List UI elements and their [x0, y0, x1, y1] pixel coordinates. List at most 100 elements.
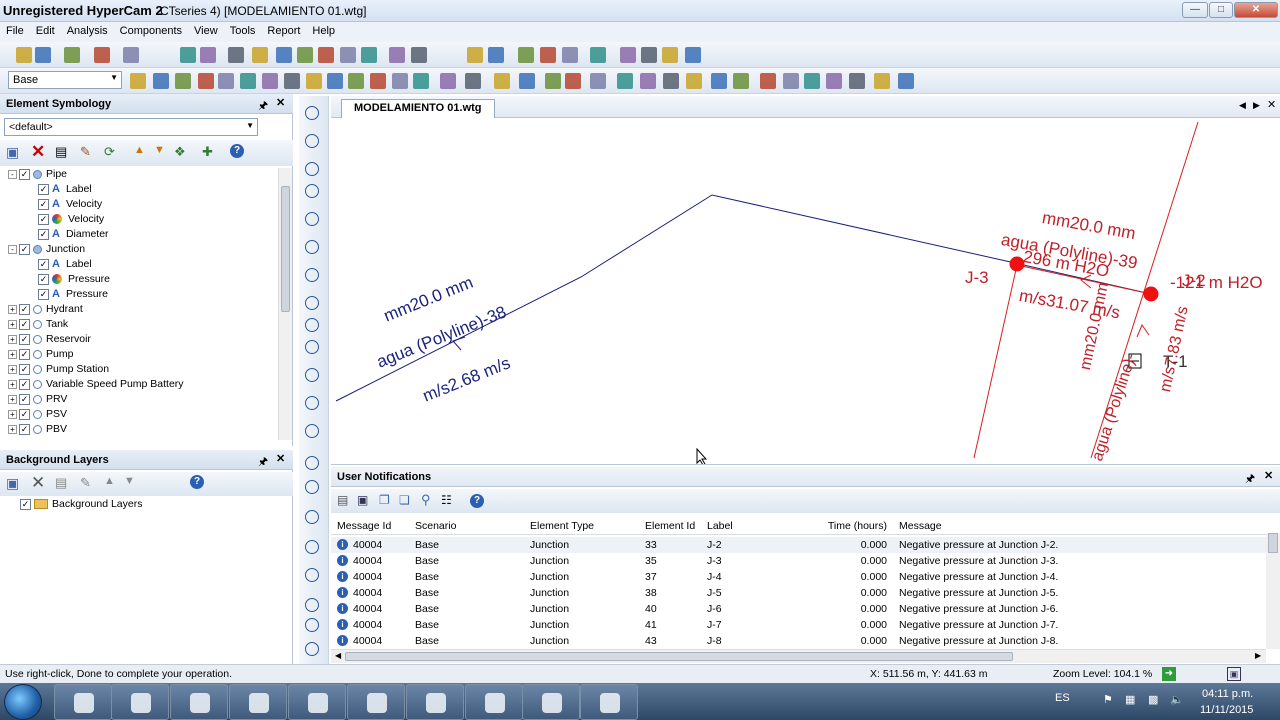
- table-row[interactable]: i 40004 Base Junction 33 J-2 0.000 Negative pre…: [331, 537, 1266, 553]
- toolbar-button-icon[interactable]: [94, 47, 110, 63]
- toolbar-button-icon[interactable]: [686, 73, 702, 89]
- tree-item[interactable]: + ✓ Variable Speed Pump Battery: [8, 378, 184, 393]
- toolbar-button-icon[interactable]: [562, 47, 578, 63]
- move-up-icon[interactable]: ▲: [134, 144, 145, 156]
- toolbar-button-icon[interactable]: [545, 73, 561, 89]
- layout-tool-icon[interactable]: [305, 240, 319, 254]
- checkbox[interactable]: ✓: [38, 183, 49, 195]
- column-header[interactable]: Message: [899, 520, 942, 532]
- toolbar-button-icon[interactable]: [488, 47, 504, 63]
- toolbar-button-icon[interactable]: [348, 73, 364, 89]
- checkbox[interactable]: ✓: [19, 423, 30, 435]
- toolbar-button-icon[interactable]: [262, 73, 278, 89]
- menu-item-1[interactable]: Edit: [30, 22, 61, 40]
- checkbox[interactable]: ✓: [38, 198, 49, 210]
- expand-icon[interactable]: +: [8, 349, 17, 359]
- toolbar-button-icon[interactable]: [413, 73, 429, 89]
- toolbar-button-icon[interactable]: [276, 47, 292, 63]
- scrollbar-thumb[interactable]: [345, 652, 1013, 661]
- toolbar-button-icon[interactable]: [685, 47, 701, 63]
- refresh-icon[interactable]: ⟳: [104, 144, 115, 160]
- checkbox[interactable]: ✓: [19, 318, 30, 330]
- checkbox[interactable]: ✓: [19, 348, 30, 360]
- table-row[interactable]: i 40004 Base Junction 37 J-4 0.000 Negative pre…: [331, 569, 1266, 585]
- menu-item-4[interactable]: View: [188, 22, 224, 40]
- toolbar-button-icon[interactable]: [228, 47, 244, 63]
- volume-icon[interactable]: 🔈: [1170, 693, 1184, 706]
- internet-explorer-app-button[interactable]: [111, 684, 169, 720]
- toolbar-button-icon[interactable]: [826, 73, 842, 89]
- checkbox[interactable]: ✓: [38, 288, 49, 300]
- tree-item[interactable]: + ✓ Pump: [8, 348, 73, 363]
- tree-item[interactable]: ✓ Velocity: [38, 213, 104, 228]
- tree-item[interactable]: ✓ A Pressure: [38, 288, 108, 303]
- watercad-app-button[interactable]: [522, 684, 580, 720]
- layout-tool-icon[interactable]: [305, 368, 319, 382]
- toolbar-button-icon[interactable]: [874, 73, 890, 89]
- expand-icon[interactable]: +: [8, 334, 17, 344]
- toolbar-button-icon[interactable]: [318, 47, 334, 63]
- move-up-icon[interactable]: ▲: [104, 475, 115, 487]
- table-row[interactable]: i 40004 Base Junction 38 J-5 0.000 Negative pre…: [331, 585, 1266, 601]
- column-header[interactable]: Scenario: [415, 520, 456, 532]
- new-icon[interactable]: ▣: [6, 475, 19, 492]
- chrome-app-button[interactable]: [347, 684, 405, 720]
- column-header[interactable]: Label: [707, 520, 733, 532]
- scroll-left-icon[interactable]: ◀: [335, 651, 341, 660]
- expand-icon[interactable]: +: [8, 319, 17, 329]
- toolbar-button-icon[interactable]: [711, 73, 727, 89]
- tree-item[interactable]: + ✓ Pump Station: [8, 363, 109, 378]
- new-icon[interactable]: ▣: [6, 144, 19, 161]
- edit-icon[interactable]: ✎: [80, 475, 91, 491]
- layout-tool-icon[interactable]: [305, 318, 319, 332]
- scenario-select[interactable]: Base ▼: [8, 71, 122, 89]
- layout-tool-icon[interactable]: [305, 296, 319, 310]
- layout-tool-icon[interactable]: [305, 340, 319, 354]
- close-icon[interactable]: ✕: [276, 96, 285, 109]
- junction-j2-node[interactable]: [1143, 286, 1159, 302]
- toolbar-button-icon[interactable]: [180, 47, 196, 63]
- layout-tool-icon[interactable]: [305, 212, 319, 226]
- tab-scroll-right-icon[interactable]: ▶: [1253, 100, 1260, 111]
- toolbar-button-icon[interactable]: [662, 47, 678, 63]
- toolbar-button-icon[interactable]: [327, 73, 343, 89]
- layout-tool-icon[interactable]: [305, 642, 319, 656]
- save-icon[interactable]: ▣: [357, 493, 368, 507]
- toolbar-button-icon[interactable]: [340, 47, 356, 63]
- column-header[interactable]: Message Id: [337, 520, 391, 532]
- toolbar-button-icon[interactable]: [590, 47, 606, 63]
- tree-item[interactable]: ✓ A Velocity: [38, 198, 102, 213]
- flag-icon[interactable]: ⚑: [1103, 693, 1113, 706]
- layout-tool-icon[interactable]: [305, 106, 319, 120]
- toolbar-button-icon[interactable]: [123, 47, 139, 63]
- toolbar-button-icon[interactable]: [620, 47, 636, 63]
- checkbox[interactable]: ✓: [19, 363, 30, 375]
- checkbox[interactable]: ✓: [19, 393, 30, 405]
- menu-item-3[interactable]: Components: [114, 22, 188, 40]
- scrollbar-thumb[interactable]: [281, 186, 290, 312]
- close-button[interactable]: ✕: [1234, 2, 1278, 18]
- table-row[interactable]: i 40004 Base Junction 43 J-8 0.000 Negative pre…: [331, 633, 1266, 649]
- calculator-app-button[interactable]: [170, 684, 228, 720]
- checkbox[interactable]: ✓: [38, 258, 49, 270]
- layout-tool-icon[interactable]: [305, 598, 319, 612]
- checkbox[interactable]: ✓: [38, 228, 49, 240]
- toolbar-button-icon[interactable]: [16, 47, 32, 63]
- checkbox[interactable]: ✓: [19, 333, 30, 345]
- column-header[interactable]: Time (hours): [821, 520, 887, 532]
- pin-icon[interactable]: 🖈: [258, 97, 268, 116]
- toolbar-button-icon[interactable]: [849, 73, 865, 89]
- toolbar-button-icon[interactable]: [297, 47, 313, 63]
- toolbar-button-icon[interactable]: [361, 47, 377, 63]
- excel-app-button[interactable]: [580, 684, 638, 720]
- toolbar-button-icon[interactable]: [284, 73, 300, 89]
- close-icon[interactable]: ✕: [276, 452, 285, 465]
- toolbar-button-icon[interactable]: [804, 73, 820, 89]
- display-tray-icon[interactable]: ▩: [1148, 693, 1158, 706]
- toolbar-button-icon[interactable]: [519, 73, 535, 89]
- layout-tool-icon[interactable]: [305, 540, 319, 554]
- layout-tool-icon[interactable]: [305, 268, 319, 282]
- report-icon[interactable]: ▤: [337, 493, 348, 507]
- toolbar-button-icon[interactable]: [663, 73, 679, 89]
- toolbar-button-icon[interactable]: [467, 47, 483, 63]
